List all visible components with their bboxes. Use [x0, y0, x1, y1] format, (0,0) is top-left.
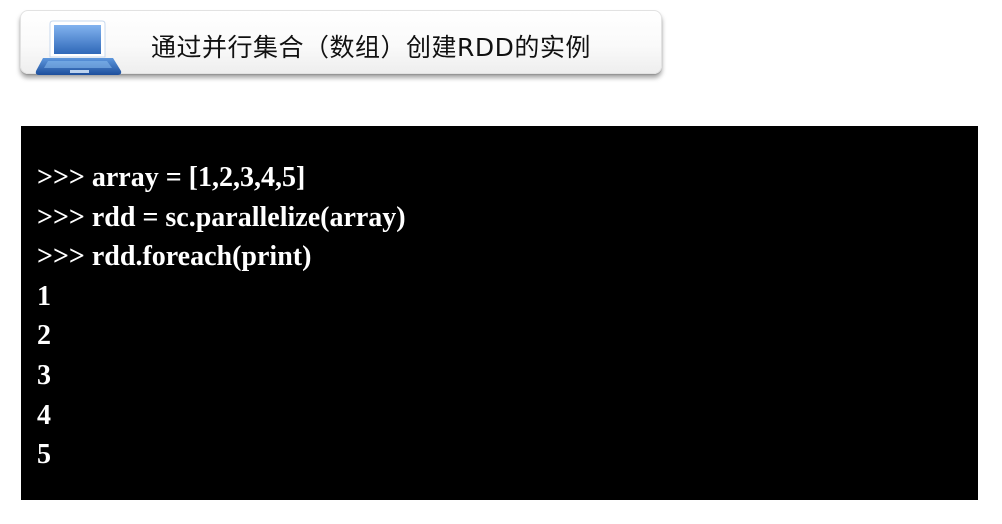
- terminal-line: 3: [37, 359, 51, 391]
- slide: 通过并行集合（数组）创建RDD的实例 >>> array = [1,2,3,4,…: [0, 0, 1002, 524]
- laptop-icon: [35, 20, 122, 75]
- terminal-output: >>> array = [1,2,3,4,5] >>> rdd = sc.par…: [37, 158, 406, 475]
- terminal-line: 1: [37, 280, 51, 312]
- terminal-line: 5: [37, 439, 51, 471]
- terminal-line: 2: [37, 320, 51, 352]
- title-bar: 通过并行集合（数组）创建RDD的实例: [20, 10, 662, 75]
- terminal-line: >>> rdd = sc.parallelize(array): [37, 201, 406, 233]
- page-title: 通过并行集合（数组）创建RDD的实例: [151, 33, 591, 62]
- terminal-line: 4: [37, 399, 51, 431]
- code-terminal: >>> array = [1,2,3,4,5] >>> rdd = sc.par…: [21, 126, 978, 500]
- terminal-line: >>> rdd.foreach(print): [37, 241, 312, 273]
- terminal-line: >>> array = [1,2,3,4,5]: [37, 162, 306, 193]
